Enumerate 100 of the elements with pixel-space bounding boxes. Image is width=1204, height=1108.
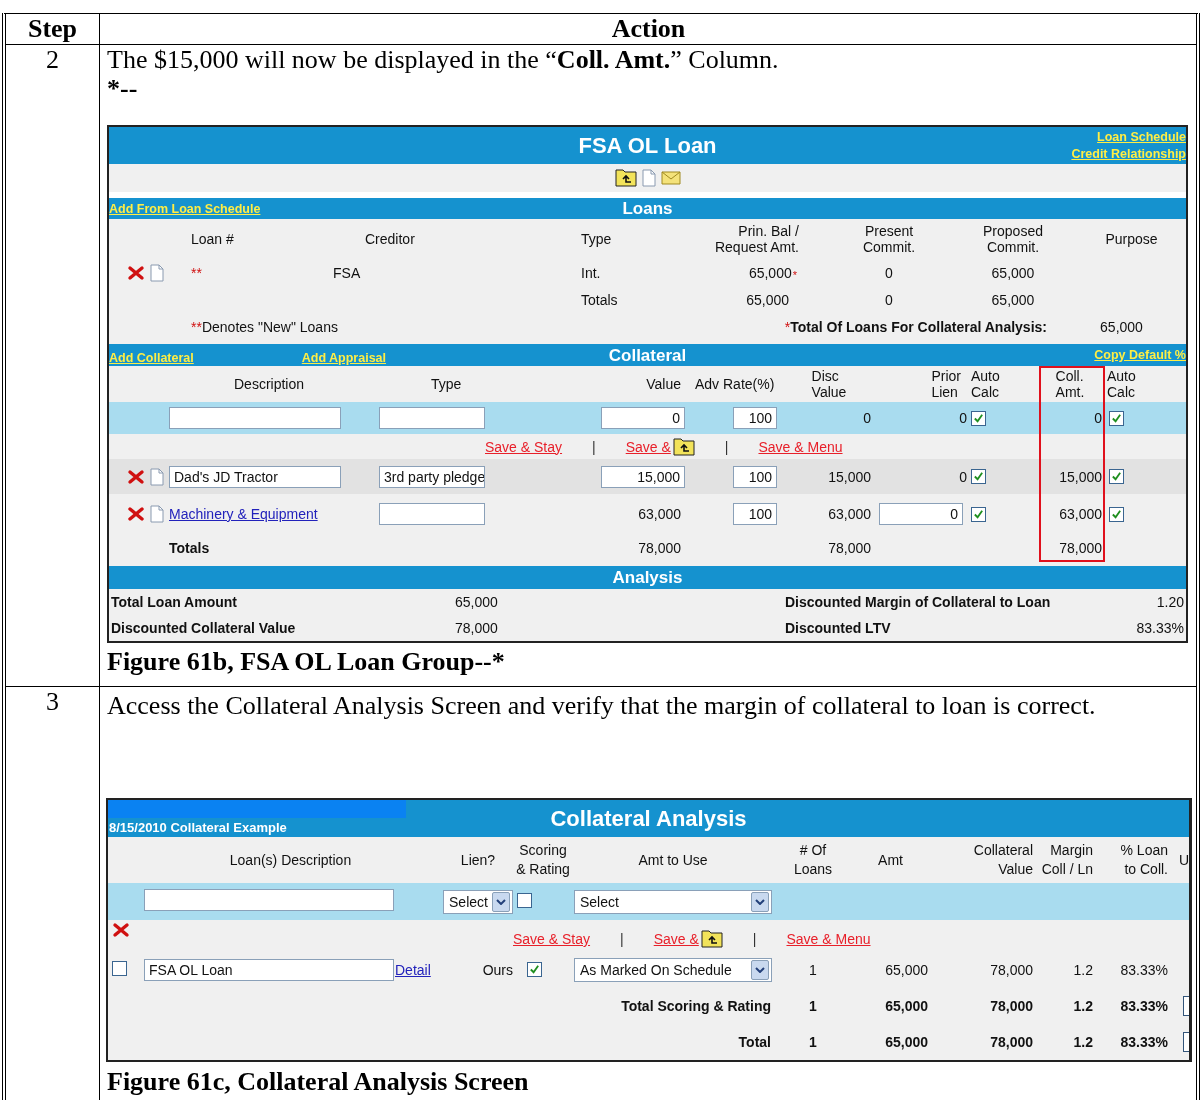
table-cell: 83.33%	[1120, 998, 1168, 1014]
checkbox[interactable]	[1109, 469, 1124, 484]
value-field[interactable]: 0	[601, 407, 685, 429]
column-header: Step	[27, 14, 78, 44]
total-label: Total Of Loans For Collateral Analysis:	[790, 318, 1047, 335]
metric-label: Discounted Margin of Collateral to Loan	[785, 593, 1052, 612]
table-cell: 78,000	[828, 540, 871, 556]
column-header: Present Commit.	[861, 223, 917, 255]
checkbox[interactable]	[1183, 1032, 1189, 1052]
column-header: Loan(s) Description	[228, 850, 353, 870]
lien-dropdown[interactable]: Select	[443, 889, 513, 914]
table-cell-text: 0	[884, 264, 894, 281]
table-cell: 15,000	[828, 468, 871, 485]
save-link[interactable]: Save &	[625, 438, 671, 455]
separator: |	[724, 438, 729, 455]
total-value: 65,000	[1099, 318, 1144, 335]
save-link[interactable]: Save &	[653, 931, 699, 947]
save-link[interactable]: Save & Menu	[786, 931, 871, 947]
metric-value: 83.33%	[1136, 620, 1184, 636]
metric-value: 1.20	[1156, 594, 1184, 610]
type-field[interactable]: 3rd party pledge	[379, 465, 485, 488]
screen-subtitle: 8/15/2010 Collateral Example	[108, 819, 288, 837]
change-marker: *--	[107, 75, 139, 103]
delete-icon[interactable]	[127, 468, 145, 485]
table-cell: 78,000	[990, 962, 1033, 978]
caret-icon	[491, 891, 510, 912]
checkbox[interactable]	[971, 410, 986, 426]
table-cell: 65,000	[748, 264, 792, 281]
checkbox[interactable]	[971, 506, 986, 522]
save-link[interactable]: Save & Menu	[758, 438, 843, 455]
table-cell: Ours	[482, 962, 513, 978]
save-link[interactable]: Save & Stay	[513, 931, 591, 947]
column-header: Purpose	[1104, 231, 1159, 247]
column-header: Auto Calc	[970, 367, 1001, 402]
table-cell-text: 0	[884, 291, 894, 308]
checkbox[interactable]	[971, 469, 986, 484]
table-cell: 63,000	[1059, 506, 1102, 522]
column-header: Creditor	[364, 231, 416, 247]
new-loan-mark: **	[191, 264, 203, 281]
table-cell: 65,000	[885, 998, 928, 1014]
column-header: Adv Rate(%)	[694, 375, 776, 394]
description-field[interactable]: Dad's JD Tractor	[169, 465, 341, 488]
table-cell-text: Int.	[581, 264, 602, 281]
folder-up-icon[interactable]	[614, 169, 637, 187]
metric-value: 78,000	[455, 620, 498, 636]
checkbox[interactable]	[517, 892, 532, 908]
column-header: Amt to Use	[637, 850, 709, 870]
detail-link[interactable]: Detail	[395, 962, 431, 978]
totals-label: Total Scoring & Rating	[621, 998, 771, 1014]
table-cell: 15,000	[1059, 468, 1102, 485]
column-header: Amt	[877, 850, 904, 870]
column-header: Type	[430, 375, 463, 394]
type-field[interactable]	[379, 407, 485, 429]
folder-up-icon[interactable]	[672, 437, 695, 456]
description-field[interactable]	[144, 889, 394, 911]
section-title: Collateral	[608, 345, 687, 366]
table-cell: 78,000	[638, 540, 681, 556]
delete-icon[interactable]	[127, 264, 145, 281]
type-field[interactable]	[379, 503, 485, 525]
column-header: Collateral Value	[972, 841, 1033, 879]
rate-field[interactable]: 100	[733, 465, 777, 488]
checkbox[interactable]	[1109, 506, 1124, 522]
table-cell: 65,000	[885, 1034, 928, 1050]
description-field[interactable]: FSA OL Loan	[144, 959, 394, 981]
metric-value: 65,000	[455, 594, 498, 610]
section-title: Loans	[622, 198, 673, 219]
lien-field[interactable]: 0	[879, 503, 963, 525]
amount-dropdown[interactable]: As Marked On Schedule	[574, 958, 772, 982]
delete-icon[interactable]	[112, 922, 130, 938]
column-header: Scoring & Rating	[515, 841, 571, 879]
collateral-link[interactable]: Machinery & Equipment	[169, 506, 318, 522]
column-header: Action	[611, 14, 686, 44]
rate-field[interactable]: 100	[733, 407, 777, 429]
description-field[interactable]	[169, 407, 341, 429]
section-title: Analysis	[612, 567, 683, 588]
checkbox[interactable]	[1109, 410, 1124, 426]
separator: |	[620, 931, 624, 947]
column-header: Loan #	[191, 231, 235, 247]
caret-icon	[751, 891, 769, 912]
checkbox[interactable]	[112, 961, 127, 976]
table-cell: 0	[1094, 410, 1102, 426]
amount-dropdown[interactable]: Select	[574, 889, 772, 914]
table-cell: 1.2	[1073, 998, 1093, 1014]
table-cell-text: 65,000	[745, 291, 790, 308]
column-header: # Of Loans	[792, 841, 834, 879]
checkbox[interactable]	[527, 962, 542, 977]
table-cell: 83.33%	[1120, 1034, 1168, 1050]
column-header: Description	[233, 375, 305, 394]
folder-up-icon[interactable]	[700, 930, 723, 948]
column-header: Value	[645, 375, 682, 394]
rate-field[interactable]: 100	[733, 503, 777, 525]
new-loan-mark: **	[191, 318, 202, 335]
table-cell-text: 65,000	[990, 291, 1036, 308]
delete-icon[interactable]	[127, 506, 145, 522]
value-field[interactable]: 15,000	[601, 465, 685, 488]
table-cell: 0	[863, 410, 871, 426]
figure-caption: Figure 61b, FSA OL Loan Group--*	[107, 646, 506, 678]
checkbox[interactable]	[1183, 996, 1189, 1016]
footnote-mark: *	[784, 318, 791, 335]
save-link[interactable]: Save & Stay	[485, 438, 563, 455]
